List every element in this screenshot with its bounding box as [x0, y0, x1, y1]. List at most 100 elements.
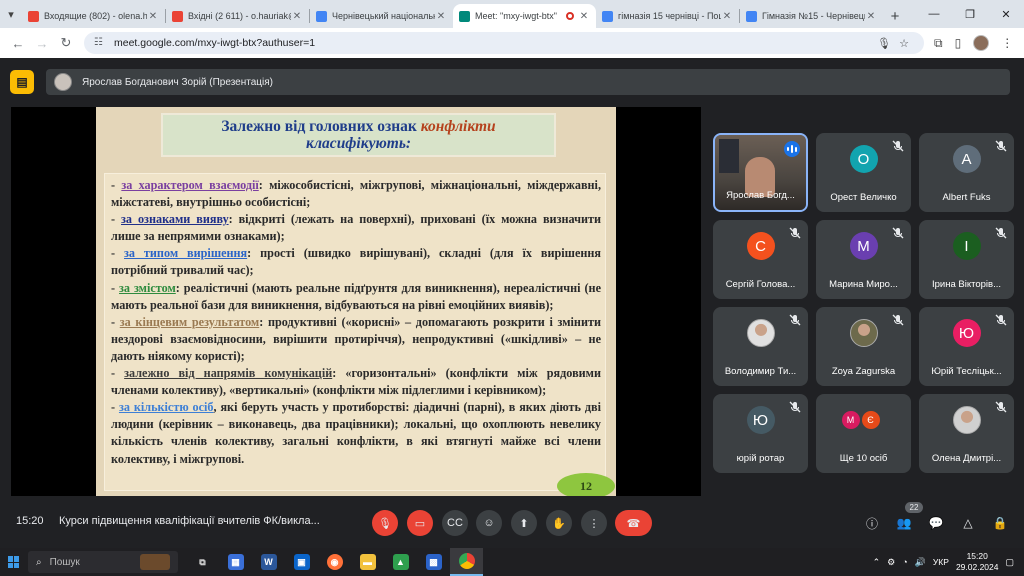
taskbar-clock[interactable]: 15:20 29.02.2024: [956, 551, 999, 573]
close-tab-icon[interactable]: ✕: [147, 11, 159, 22]
slide-item-bullet: -: [111, 178, 122, 192]
taskbar-date: 29.02.2024: [955, 562, 999, 572]
address-bar[interactable]: ☷ meet.google.com/mxy-iwgt-btx?authuser=…: [84, 32, 924, 54]
participant-tile[interactable]: A Albert Fuks: [919, 133, 1014, 212]
close-tab-icon[interactable]: ✕: [721, 11, 733, 22]
microphone-muted-icon: [891, 139, 905, 153]
avatar: [849, 319, 878, 347]
microphone-muted-icon: [891, 313, 905, 327]
avatar: М: [841, 411, 860, 429]
browser-tab[interactable]: Гімназія №15 - Чернівецьк ✕: [740, 4, 883, 28]
close-tab-icon[interactable]: ✕: [578, 11, 590, 22]
slide-item-bullet: -: [111, 280, 120, 295]
participant-name: Юрій Тесліцьк...: [931, 366, 1002, 377]
close-tab-icon[interactable]: ✕: [865, 11, 877, 22]
participant-tile[interactable]: Ююрій ротар: [713, 394, 808, 473]
browser-tab[interactable]: Вхідні (2 611) - o.hauriak@ ✕: [166, 4, 309, 28]
host-controls-icon[interactable]: 🔒: [990, 513, 1010, 533]
slide-list-item: - за типом вирішення: прості (швидко вир…: [111, 245, 601, 279]
slide-item-keyword: за характером взаємодії: [121, 178, 259, 192]
tab-search-icon[interactable]: ▾: [0, 0, 22, 28]
close-tab-icon[interactable]: ✕: [291, 11, 303, 22]
url-text[interactable]: meet.google.com/mxy-iwgt-btx?authuser=1: [114, 37, 874, 49]
task-view-icon[interactable]: ⧉: [186, 548, 219, 576]
menu-kebab-icon[interactable]: ⋮: [1001, 36, 1013, 50]
forward-icon[interactable]: →: [30, 31, 54, 55]
present-button[interactable]: ⬆: [511, 510, 537, 536]
participant-tile[interactable]: М Є Ще 10 осіб: [816, 394, 911, 473]
slide-item-keyword: за типом вирішення: [124, 246, 248, 261]
avatar: І: [952, 232, 981, 260]
word-icon[interactable]: W: [252, 548, 285, 576]
close-tab-icon[interactable]: ✕: [435, 11, 447, 22]
input-language[interactable]: УКР: [933, 557, 949, 567]
chrome-icon[interactable]: [450, 548, 483, 576]
people-icon[interactable]: 👥: [894, 513, 914, 533]
slide-item-bullet: -: [111, 246, 124, 261]
notifications-icon[interactable]: ▢: [1005, 557, 1014, 568]
emoji-button[interactable]: ☺: [476, 510, 502, 536]
new-tab-button[interactable]: +: [883, 4, 907, 28]
tray-app-icon[interactable]: ⚙: [887, 557, 895, 568]
leave-call-button[interactable]: ☎: [615, 510, 652, 536]
speaking-indicator-icon: [784, 141, 800, 157]
chat-icon[interactable]: 💬: [926, 513, 946, 533]
network-icon[interactable]: ◔: [902, 557, 907, 567]
participant-tile[interactable]: М Марина Миро...: [816, 220, 911, 299]
back-icon[interactable]: ←: [6, 31, 30, 55]
participant-tile[interactable]: Олена Дмитрі...: [919, 394, 1014, 473]
meet-icon: [459, 10, 470, 22]
meeting-info-icon[interactable]: ⓘ: [862, 513, 882, 533]
file-explorer-icon[interactable]: ▬: [351, 548, 384, 576]
windows-security-icon[interactable]: ▩: [417, 548, 450, 576]
reload-icon[interactable]: ↻: [54, 31, 78, 55]
search-icon: ⌕: [36, 556, 42, 568]
extensions-icon[interactable]: ⧉: [934, 36, 943, 51]
slide-title: Залежно від головних ознак конфлікти кла…: [161, 113, 556, 157]
participant-tile[interactable]: Ярослав Богд...: [713, 133, 808, 212]
side-panel-icon[interactable]: ▯: [955, 36, 962, 50]
slide: Залежно від головних ознак конфлікти кла…: [96, 107, 616, 496]
profile-avatar[interactable]: [973, 35, 990, 51]
taskbar-search[interactable]: ⌕ Пошук: [28, 551, 178, 573]
site-info-icon[interactable]: ☷: [94, 37, 106, 49]
bookmark-star-icon[interactable]: ☆: [894, 37, 914, 50]
slide-item-bullet: -: [111, 366, 125, 381]
participant-name: Орест Величко: [830, 192, 897, 203]
participant-tile[interactable]: Володимир Ти...: [713, 307, 808, 386]
outlook-icon[interactable]: ▣: [285, 548, 318, 576]
presentation-icon[interactable]: ▤: [10, 70, 34, 94]
start-button[interactable]: [0, 548, 28, 576]
participant-tile[interactable]: О Орест Величко: [816, 133, 911, 212]
microphone-off-button[interactable]: 🎙: [372, 510, 398, 536]
raise-hand-button[interactable]: ✋: [546, 510, 572, 536]
microphone-muted-icon: [788, 226, 802, 240]
camera-off-button[interactable]: ▭: [407, 510, 433, 536]
avatar: С: [746, 232, 775, 260]
browser-tab[interactable]: Meet: "mxy-iwgt-btx" ✕: [453, 4, 596, 28]
participant-tile[interactable]: Zoya Zagurska: [816, 307, 911, 386]
browser-tab[interactable]: Чернівецький національн ✕: [310, 4, 453, 28]
participant-tile[interactable]: С Сергій Голова...: [713, 220, 808, 299]
participant-tile[interactable]: Ю Юрій Тесліцьк...: [919, 307, 1014, 386]
tray-chevron-icon[interactable]: ⌃: [873, 557, 881, 568]
close-window-icon[interactable]: ✕: [988, 8, 1024, 21]
app-icon[interactable]: ▦: [219, 548, 252, 576]
activities-icon[interactable]: △: [958, 513, 978, 533]
browser-tab[interactable]: гімназія 15 чернівці - Пош ✕: [596, 4, 739, 28]
store-icon[interactable]: ▲: [384, 548, 417, 576]
participant-name: Ще 10 осіб: [839, 453, 888, 464]
more-options-button[interactable]: ⋮: [581, 510, 607, 536]
restore-icon[interactable]: ❐: [952, 8, 988, 21]
captions-button[interactable]: CC: [442, 510, 468, 536]
participant-tile[interactable]: І Ірина Вікторів...: [919, 220, 1014, 299]
microphone-icon[interactable]: 🎙: [874, 37, 894, 50]
participant-name: Albert Fuks: [942, 192, 991, 203]
volume-icon[interactable]: 🔊: [915, 557, 926, 568]
firefox-icon[interactable]: ◉: [318, 548, 351, 576]
avatar: Ю: [746, 406, 775, 434]
tab-label: гімназія 15 чернівці - Пош: [618, 11, 721, 21]
slide-page-number: 12: [557, 473, 615, 496]
minimize-icon[interactable]: —: [916, 8, 952, 20]
browser-tab[interactable]: Входящие (802) - olena.ha ✕: [22, 4, 165, 28]
